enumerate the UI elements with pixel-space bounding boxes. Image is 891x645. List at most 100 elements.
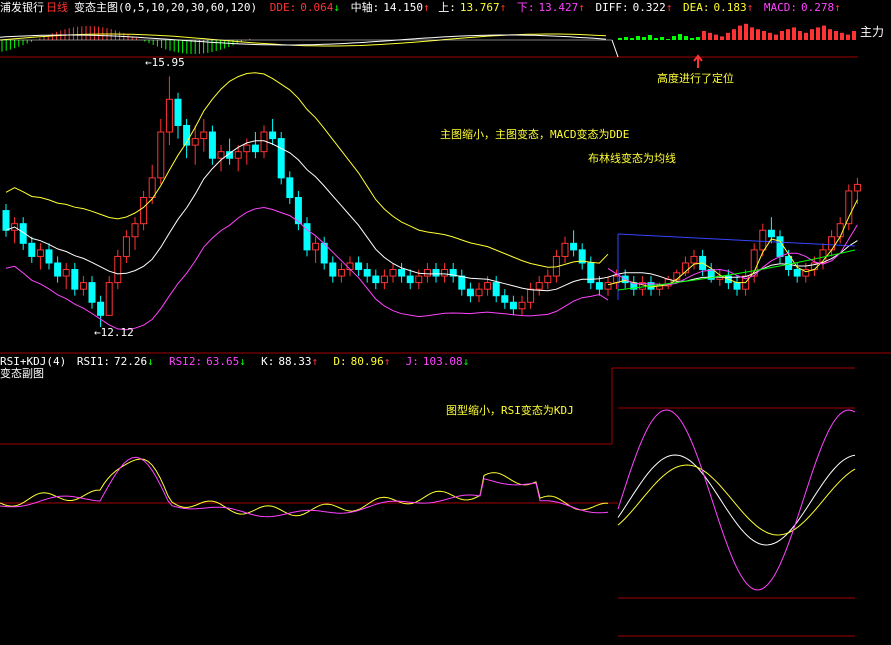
candle-body	[140, 197, 148, 225]
k-label: K:	[261, 355, 275, 368]
dde-bar	[678, 34, 682, 40]
period-label[interactable]: 日线	[46, 1, 68, 14]
dde-bar	[642, 37, 646, 40]
candle-body	[561, 242, 569, 257]
dde-value: 0.064	[300, 1, 334, 14]
dde-bar	[816, 27, 820, 40]
upper-label: 上:	[438, 1, 456, 14]
mid-value: 14.150	[383, 1, 423, 14]
rsi1-line	[0, 458, 609, 517]
d-value: 80.96	[350, 355, 384, 368]
candle-body	[337, 269, 345, 277]
dde-bar	[762, 31, 766, 40]
diff-label: DIFF:	[595, 1, 629, 14]
dde-bar	[768, 32, 772, 40]
candle-body	[595, 282, 603, 290]
candle-body	[492, 282, 500, 297]
candle-body	[518, 301, 526, 310]
candle-body	[793, 269, 801, 277]
candle-body	[604, 282, 612, 290]
candle-body	[105, 282, 113, 316]
high-price-value: 15.95	[151, 56, 185, 69]
candle-body	[785, 255, 793, 271]
candle-body	[2, 210, 10, 231]
up-arrow-icon: ↑	[834, 1, 841, 14]
dde-bar	[696, 37, 700, 40]
indicator-name[interactable]: 变态主图	[74, 1, 118, 14]
dde-bar	[660, 37, 664, 40]
candle-body	[690, 255, 698, 264]
diff-value: 0.322	[632, 1, 666, 14]
candle-body	[88, 282, 96, 303]
macd-value: 0.278	[800, 1, 835, 14]
candle-body	[286, 177, 294, 199]
up-arrow-icon: ↑	[665, 1, 673, 14]
rsi2-label: RSI2:	[168, 355, 203, 368]
height-positioned-note: 高度进行了定位	[657, 72, 734, 85]
candle-body	[544, 275, 552, 284]
candle-body	[501, 295, 509, 303]
candle-body	[389, 269, 397, 277]
candle-body	[570, 242, 578, 251]
candle-body	[157, 131, 165, 179]
candle-body	[836, 223, 844, 238]
dde-bar	[690, 38, 694, 40]
candle-body	[131, 223, 139, 238]
dde-bar	[684, 36, 688, 40]
candle-body	[174, 98, 182, 126]
dde-bar	[732, 29, 736, 40]
candle-body	[243, 144, 251, 153]
candle-body	[733, 282, 741, 290]
candle-body	[355, 262, 363, 271]
down-arrow-icon: ↓	[147, 355, 154, 368]
rsi2-line	[0, 456, 609, 518]
low-price-value: 12.12	[100, 326, 134, 339]
candle-body	[853, 183, 861, 192]
low-price-marker: ←12.12	[94, 326, 134, 339]
dde-bar	[840, 32, 844, 40]
k-value: 88.33	[278, 355, 312, 368]
dde-bar	[780, 31, 784, 40]
dde-bar	[648, 35, 652, 40]
rsi2-value: 63.65	[206, 355, 240, 368]
dde-bar	[846, 34, 850, 40]
stock-name[interactable]: 浦发银行	[0, 1, 44, 14]
up-arrow-icon: ↑	[578, 1, 585, 14]
red-arrow-icon	[693, 54, 703, 68]
boll-to-ma-note: 布林线变态为均线	[588, 152, 676, 165]
dde-bar	[738, 25, 742, 40]
candle-body	[234, 151, 242, 159]
candle-body	[415, 275, 423, 284]
candle-body	[122, 236, 130, 257]
dde-bar	[624, 37, 628, 40]
j-label: J:	[405, 355, 419, 368]
mid-label: 中轴:	[350, 1, 380, 14]
candle-body	[165, 98, 173, 133]
k-line	[617, 454, 856, 546]
dea-label: DEA:	[682, 1, 710, 14]
sub-shrink-note: 图型缩小，RSI变态为KDJ	[446, 404, 574, 417]
sub-header: RSI+KDJ(4) RSI1: 72.26↓, RSI2: 63.65↓, K: 8…	[0, 355, 476, 368]
dde-bar	[720, 36, 724, 40]
dde-bar	[810, 29, 814, 40]
down-arrow-icon: ↓	[239, 355, 246, 368]
dde-bar	[798, 31, 802, 40]
candle-body	[363, 269, 371, 277]
candle-body	[475, 288, 483, 297]
dde-bar	[618, 38, 622, 40]
candle-body	[36, 249, 44, 257]
d-line	[617, 464, 856, 536]
main-force-label: 主力	[860, 25, 885, 39]
up-arrow-icon: ↑	[499, 1, 507, 14]
candle-body	[191, 138, 199, 146]
candle-body	[200, 131, 208, 140]
dde-bar	[822, 25, 826, 40]
candle-body	[527, 288, 535, 303]
lower-label: 下:	[516, 1, 535, 14]
sub-panel-name: 变态副图	[0, 367, 44, 380]
candle-body	[45, 249, 53, 264]
dde-bar	[750, 27, 754, 40]
macd-label: MACD:	[763, 1, 797, 14]
dea-value: 0.183	[713, 1, 747, 14]
candle-body	[217, 151, 225, 159]
